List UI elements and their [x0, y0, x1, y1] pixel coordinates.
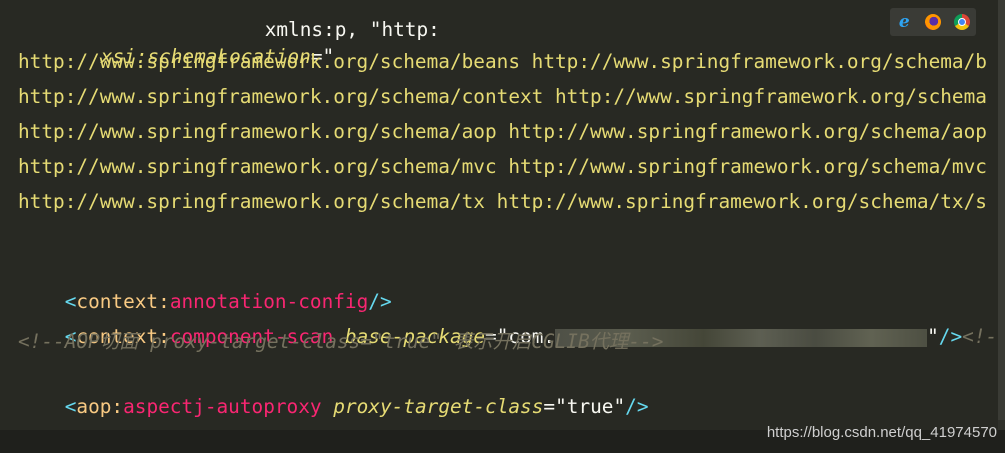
scrollbar-thumb[interactable]: [998, 0, 1005, 420]
firefox-icon[interactable]: [924, 14, 941, 30]
code-line-url-mvc: http://www.springframework.org/schema/mv…: [18, 155, 987, 178]
code-line-component-scan: <context:component-scan base-package="co…: [18, 292, 998, 348]
lt-bracket: <: [64, 395, 77, 418]
code-line-schema-location: xsi:schemaLocation=": [54, 12, 335, 68]
code-line-url-context: http://www.springframework.org/schema/co…: [18, 85, 987, 108]
equals-sign: =: [543, 395, 556, 418]
browser-preview-bar: e: [890, 8, 976, 36]
attr-value-end: ": [927, 325, 939, 348]
code-line-aspectj-autoproxy: <aop:aspectj-autoproxy proxy-target-clas…: [18, 362, 649, 418]
ie-icon[interactable]: e: [896, 14, 912, 31]
code-line-aop-comment: <!--AOP切面 proxy-target-class="true" 表示开启…: [18, 330, 664, 353]
comment-tail: <!-- 启: [962, 325, 998, 348]
chrome-icon[interactable]: [953, 14, 970, 30]
tag-name: aspectj-autoproxy: [123, 395, 322, 418]
code-line-url-tx: http://www.springframework.org/schema/tx…: [18, 190, 987, 213]
code-editor[interactable]: xmlns:p, "http: xsi:schemaLocation=" htt…: [0, 0, 998, 430]
attr-value: "true": [555, 395, 626, 418]
code-line-annotation-config: <context:annotation-config/>: [18, 257, 392, 313]
self-close: />: [938, 325, 963, 348]
self-close: />: [625, 395, 649, 418]
attr-proxy-target-class: proxy-target-class: [333, 395, 544, 418]
code-line-url-beans: http://www.springframework.org/schema/be…: [18, 50, 987, 73]
watermark: https://blog.csdn.net/qq_41974570: [766, 424, 997, 441]
namespace: aop: [76, 395, 112, 418]
vertical-scrollbar[interactable]: [998, 0, 1005, 430]
colon: :: [111, 395, 124, 418]
code-line-url-aop: http://www.springframework.org/schema/ao…: [18, 120, 987, 143]
